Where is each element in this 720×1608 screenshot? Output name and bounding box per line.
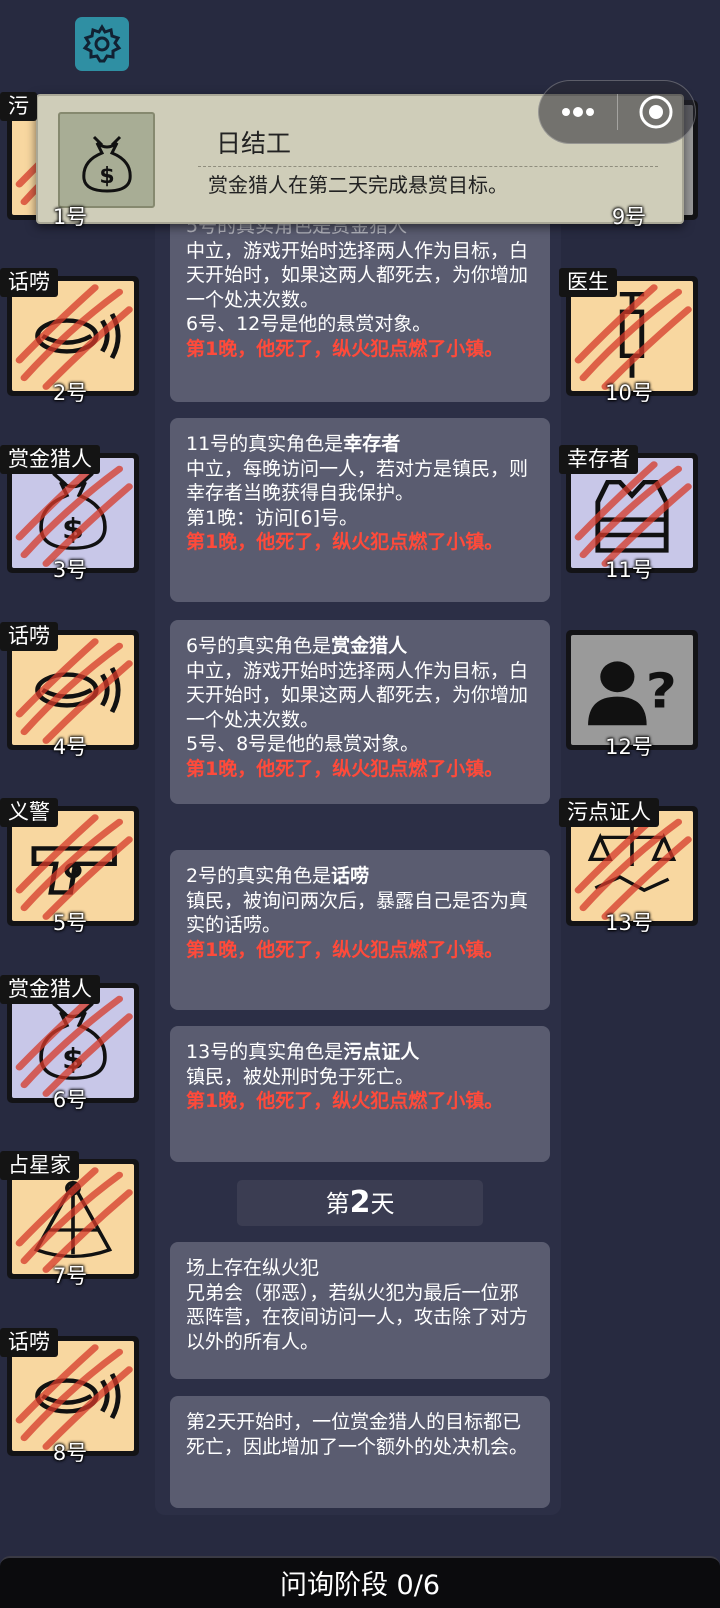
miniprogram-capsule [538,80,696,144]
player-card[interactable]: 话唠 4号 [0,622,140,759]
money-bag-icon: $ [81,135,132,193]
log-entry-targets: 5号、8号是他的悬赏对象。 [186,733,420,755]
player-card[interactable]: 污点证人 13号 [559,798,699,935]
log-entry-execution: 第2天开始时，一位赏金猎人的目标都已死亡，因此增加了一个额外的处决机会。 [170,1396,550,1508]
log-entry-head: 13号的真实角色是污点证人 [186,1041,420,1063]
role-tag: 幸存者 [559,445,638,474]
role-name: 污点证人 [343,1041,420,1063]
log-entry-desc: 镇民，被处刑时免于死亡。 [186,1065,415,1088]
role-tag: 话唠 [0,622,58,651]
log-entry-death: 第1晚，他死了，纵火犯点燃了小镇。 [186,337,504,360]
log-entry-death: 第1晚，他死了，纵火犯点燃了小镇。 [186,531,504,553]
log-entry-death: 第1晚，他死了，纵火犯点燃了小镇。 [186,757,504,780]
player-card[interactable]: 医生 10号 [559,268,699,405]
player-card[interactable]: 话唠 8号 [0,1328,140,1465]
player-number: 1号 [52,205,88,229]
pistol-icon [15,814,133,920]
player-number: 6号 [52,1088,88,1112]
role-name: 话唠 [331,865,370,887]
player-card[interactable]: 占星家 7号 [0,1151,140,1288]
speaking-mouth-icon [15,1344,133,1450]
money-bag-icon: $ [15,461,133,567]
log-entry-desc: 第2天开始时，一位赏金猎人的目标都已死亡，因此增加了一个额外的处决机会。 [186,1411,529,1458]
role-tag: 话唠 [0,268,58,297]
player-number: 10号 [605,381,653,405]
sextant-icon [15,1167,133,1273]
player-card[interactable]: 幸存者 11号 [559,445,699,582]
speaking-mouth-icon [15,284,133,390]
log-entry-death: 第1晚，他死了，纵火犯点燃了小镇。 [186,1090,504,1112]
log-entry-desc: 中立，每晚访问一人，若对方是镇民，则幸存者当晚获得自我保护。 [186,457,529,505]
log-entry-11: 11号的真实角色是幸存者 中立，每晚访问一人，若对方是镇民，则幸存者当晚获得自我… [170,418,550,602]
day-banner: 第2天 [237,1180,483,1226]
target-circle-icon [639,95,673,129]
role-tag: 赏金猎人 [0,975,100,1004]
player-card[interactable]: $ 赏金猎人 3号 [0,445,140,582]
log-entry-targets: 6号、12号是他的悬赏对象。 [186,313,432,335]
speaking-mouth-icon [15,638,133,744]
log-entry-desc: 兄弟会（邪恶），若纵火犯为最后一位邪恶阵营，在夜间访问一人，攻击除了对方以外的所… [186,1281,529,1353]
player-card[interactable]: ? 12号 [559,622,699,759]
svg-text:$: $ [99,164,114,189]
log-entry-13: 13号的真实角色是污点证人 镇民，被处刑时免于死亡。 第1晚，他死了，纵火犯点燃… [170,1026,550,1162]
toast-title: 日结工 [216,129,292,158]
scales-handshake-icon [574,814,692,920]
settings-button[interactable] [75,17,129,71]
log-entry-head: 2号的真实角色是话唠 [186,865,370,887]
svg-text:?: ? [646,664,677,720]
player-card[interactable]: $ 赏金猎人 6号 [0,975,140,1112]
role-tag: 污 [0,92,37,121]
player-number: 12号 [605,735,653,759]
log-entry-visit: 第1晚：访问[6]号。 [186,506,359,529]
role-tag: 话唠 [0,1328,58,1357]
player-number: 8号 [52,1441,88,1465]
money-bag-icon: $ [15,991,133,1097]
player-number: 11号 [605,558,653,582]
vest-icon [574,461,692,567]
player-card[interactable]: 话唠 2号 [0,268,140,405]
role-tag: 义警 [0,798,58,827]
player-number: 7号 [52,1264,88,1288]
player-number: 4号 [52,735,88,759]
close-button[interactable] [618,81,696,143]
log-entry-desc: 中立，游戏开始时选择两人作为目标，白天开始时，如果这两人都死去，为你增加一个处决… [186,239,529,311]
role-tag: 医生 [559,268,617,297]
player-card[interactable]: 义警 5号 [0,798,140,935]
player-number: 9号 [611,205,647,229]
phase-bar[interactable]: 问询阶段 0/6 [0,1556,720,1608]
toast-icon-box: $ [58,112,155,208]
player-number: 3号 [52,558,88,582]
role-name: 幸存者 [343,433,401,455]
role-tag: 占星家 [0,1151,79,1180]
more-button[interactable] [539,81,617,143]
player-number: 2号 [52,381,88,405]
more-dots-icon [561,107,594,117]
log-entry-death: 第1晚，他死了，纵火犯点燃了小镇。 [186,938,504,961]
log-entry-2: 2号的真实角色是话唠 镇民，被询问两次后，暴露自己是否为真实的话唠。 第1晚，他… [170,850,550,1010]
log-entry-arsonist: 场上存在纵火犯 兄弟会（邪恶），若纵火犯为最后一位邪恶阵营，在夜间访问一人，攻击… [170,1242,550,1379]
log-entry-desc: 镇民，被询问两次后，暴露自己是否为真实的话唠。 [186,889,529,937]
role-name: 赏金猎人 [331,635,408,657]
role-tag: 污点证人 [559,798,659,827]
gear-icon [82,24,122,63]
player-number: 5号 [52,911,88,935]
player-number: 13号 [605,911,653,935]
log-entry-head: 6号的真实角色是赏金猎人 [186,635,408,657]
log-entry-head: 11号的真实角色是幸存者 [186,433,401,455]
log-entry-5: 5号的真实角色是赏金猎人 中立，游戏开始时选择两人作为目标，白天开始时，如果这两… [170,200,550,402]
log-entry-6: 6号的真实角色是赏金猎人 中立，游戏开始时选择两人作为目标，白天开始时，如果这两… [170,620,550,804]
unknown-person-icon: ? [588,661,677,726]
log-entry-head: 场上存在纵火犯 [186,1257,320,1279]
toast-desc: 赏金猎人在第二天完成悬赏目标。 [208,173,508,197]
role-tag: 赏金猎人 [0,445,100,474]
log-entry-desc: 中立，游戏开始时选择两人作为目标，白天开始时，如果这两人都死去，为你增加一个处决… [186,659,529,731]
toast-divider [198,166,658,167]
syringe-icon [574,284,692,390]
